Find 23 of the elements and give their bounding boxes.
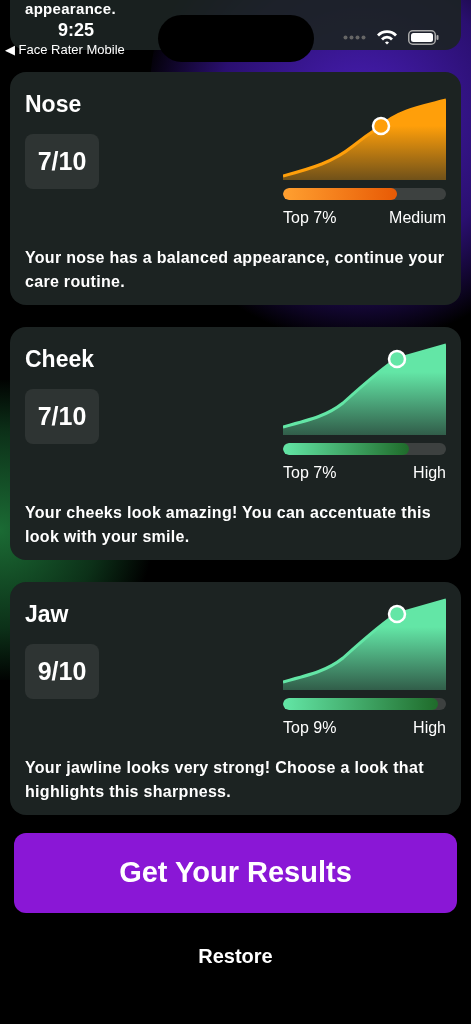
rank-label: Top 7% — [283, 463, 337, 483]
score-badge: 7/10 — [25, 134, 99, 189]
card-title: Nose — [25, 90, 83, 118]
wifi-icon — [376, 29, 398, 45]
card-title: Jaw — [25, 600, 70, 628]
rating-label: High — [413, 463, 446, 483]
card-description: Your cheeks look amazing! You can accentuate this look with your smile. — [25, 503, 432, 547]
rank-label: Top 7% — [283, 208, 337, 228]
back-link[interactable]: ◀ Face Rater Mobile — [5, 42, 125, 58]
signal-icon — [343, 34, 366, 40]
card-description: Your nose has a balanced appearance, continue your care routine. — [25, 248, 446, 292]
card-title: Cheek — [25, 345, 96, 373]
score-badge: 7/10 — [25, 389, 99, 444]
restore-button[interactable]: Restore — [198, 941, 273, 971]
card-description: Your jawline looks very strong! Choose a look that highlights this sharpness. — [25, 758, 425, 802]
status-time: 9:25 — [58, 19, 95, 42]
rating-label: High — [413, 718, 446, 738]
score-badge: 9/10 — [25, 644, 99, 699]
card-description: appearance. — [25, 0, 116, 17]
get-results-button[interactable]: Get Your Results — [14, 833, 457, 913]
battery-icon — [408, 29, 439, 45]
rating-label: Medium — [389, 208, 446, 228]
rank-label: Top 9% — [283, 718, 337, 738]
